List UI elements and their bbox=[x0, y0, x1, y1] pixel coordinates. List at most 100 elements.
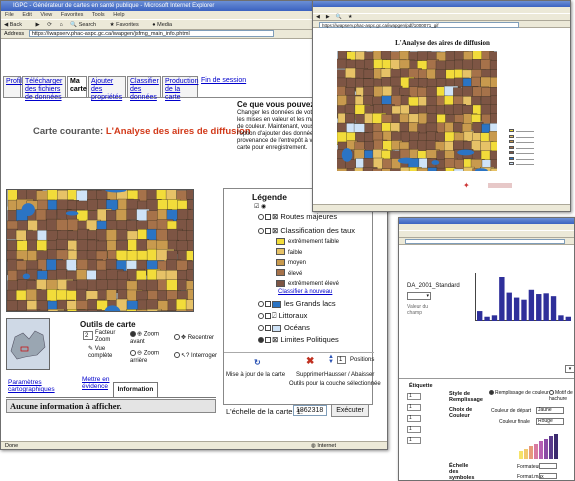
search-icon[interactable]: 🔍 bbox=[336, 14, 342, 20]
zoom-in-option[interactable]: ⊕ Zoom avant bbox=[130, 331, 166, 346]
recenter-radio[interactable] bbox=[174, 334, 180, 341]
favorites-icon[interactable]: ★ bbox=[348, 14, 352, 20]
search-button[interactable]: 🔍 Search bbox=[70, 22, 102, 28]
menu-tools[interactable]: Tools bbox=[92, 12, 105, 18]
layer-oceans[interactable]: Océans bbox=[258, 323, 310, 333]
tab-ajouter[interactable]: Ajouter des propriétés bbox=[88, 76, 126, 101]
back-label: Back bbox=[9, 22, 22, 28]
formatter-input[interactable] bbox=[539, 463, 557, 469]
canada-thumbnail[interactable] bbox=[6, 318, 50, 370]
layer-checkbox[interactable] bbox=[265, 228, 271, 235]
raise-lower-button[interactable]: Hausser / Abaisser bbox=[324, 372, 374, 378]
value-cell[interactable]: 1 bbox=[407, 404, 421, 411]
tab-ma-carte[interactable]: Ma carte bbox=[67, 76, 87, 97]
layer-radio[interactable] bbox=[258, 337, 264, 344]
print-map bbox=[337, 51, 497, 171]
classify-again-link[interactable]: Classifier à nouveau bbox=[278, 289, 332, 295]
boundary-icon: ⊠ bbox=[272, 335, 279, 344]
menu-favorites[interactable]: Favorites bbox=[61, 12, 84, 18]
value-cell[interactable]: 1 bbox=[407, 437, 421, 444]
layer-political-boundaries[interactable]: ⊠ Limites Politiques bbox=[258, 335, 339, 345]
refresh-icon[interactable]: ↻ bbox=[254, 358, 261, 367]
forward-icon[interactable]: ▶ bbox=[36, 22, 40, 28]
recenter-option[interactable]: ✥ Recentrer bbox=[174, 334, 214, 341]
hatch-radio-button[interactable] bbox=[549, 390, 554, 396]
color-choice-label: Choix de Couleur bbox=[449, 407, 473, 419]
class-row: moyen bbox=[276, 258, 306, 268]
tab-parametres[interactable]: Paramètres cartographiques bbox=[8, 379, 55, 393]
hatch-radio[interactable]: Motif de hachure bbox=[549, 390, 574, 402]
home-icon[interactable]: ⌂ bbox=[59, 22, 62, 28]
tab-fin-session[interactable]: Fin de session bbox=[199, 76, 255, 97]
fill-radio[interactable]: Remplissage de couleur bbox=[489, 390, 549, 396]
layer-radio[interactable] bbox=[258, 301, 264, 308]
layer-checkbox[interactable] bbox=[265, 313, 271, 320]
layer-radio[interactable] bbox=[258, 228, 264, 235]
chart-bar bbox=[477, 311, 483, 321]
zoom-out-option[interactable]: ⊖ Zoom arrière bbox=[130, 350, 166, 365]
value-cell[interactable]: 1 bbox=[407, 426, 421, 433]
update-map-button[interactable]: Mise à jour de la carte bbox=[226, 372, 292, 378]
factor-input[interactable]: 2 bbox=[83, 331, 93, 340]
layer-checkbox[interactable] bbox=[265, 325, 271, 332]
layer-checkbox[interactable] bbox=[265, 301, 271, 308]
menu-edit[interactable]: Edit bbox=[22, 12, 31, 18]
favorites-button[interactable]: ★ Favorites bbox=[110, 22, 145, 28]
main-map[interactable] bbox=[6, 189, 194, 312]
tab-production[interactable]: Production de la carte bbox=[162, 76, 198, 101]
value-cell[interactable]: 1 bbox=[407, 393, 421, 400]
tab-classifier[interactable]: Classifier des données bbox=[127, 76, 161, 101]
format-max-input[interactable] bbox=[539, 473, 557, 479]
end-color-select[interactable]: Rouge foncé bbox=[536, 418, 564, 425]
layer-great-lakes[interactable]: les Grands lacs bbox=[258, 299, 336, 309]
chart-address-input[interactable] bbox=[405, 239, 565, 245]
query-option[interactable]: ↖? Interroger bbox=[174, 352, 217, 359]
media-button[interactable]: ● Media bbox=[152, 22, 178, 28]
favorites-label: Favorites bbox=[116, 22, 139, 28]
full-view-button[interactable]: ✎ Vue complète bbox=[88, 346, 124, 360]
menu-file[interactable]: File bbox=[5, 12, 14, 18]
layer-checkbox[interactable] bbox=[265, 214, 271, 221]
menu-view[interactable]: View bbox=[40, 12, 52, 18]
scale-input[interactable]: 1862318 bbox=[293, 405, 327, 416]
tab-profil[interactable]: Profil bbox=[3, 76, 22, 97]
back-button[interactable]: ◀ Back bbox=[4, 22, 28, 28]
layer-classification[interactable]: ⊠ Classification des taux bbox=[258, 226, 355, 236]
print-address-input[interactable]: https://iwapserv.phac-aspc.gc.ca/iwapgen… bbox=[319, 21, 519, 28]
dataset-select[interactable]: ▾ bbox=[407, 292, 431, 300]
layer-label: Classification des taux bbox=[280, 226, 356, 235]
value-cell[interactable]: 1 bbox=[407, 415, 421, 422]
layer-radio[interactable] bbox=[258, 325, 264, 332]
layer-radio[interactable] bbox=[258, 313, 264, 320]
layer-checkbox[interactable] bbox=[265, 337, 271, 344]
label-column-label: Étiquette bbox=[409, 383, 433, 389]
execute-button[interactable]: Exécuter bbox=[331, 404, 369, 417]
layer-radio[interactable] bbox=[258, 214, 264, 221]
positions-input[interactable]: 1 bbox=[337, 356, 346, 364]
tab-telecharger[interactable]: Télécharger des fichiers de données bbox=[22, 76, 66, 101]
fill-radio-button[interactable] bbox=[489, 390, 494, 396]
ramp-swatch bbox=[549, 436, 553, 459]
zoom-out-radio[interactable] bbox=[130, 350, 136, 356]
delete-icon[interactable]: ✖ bbox=[306, 356, 314, 367]
tab-mettre-evidence[interactable]: Mettre en évidence bbox=[82, 376, 110, 390]
forward-icon[interactable]: ▶ bbox=[326, 14, 330, 20]
status-text: Done bbox=[5, 443, 19, 449]
menu-help[interactable]: Help bbox=[113, 12, 124, 18]
legend-panel: Légende ☑ ◉ ⊠ Routes majeures ⊠ Classifi… bbox=[223, 188, 381, 405]
chart-title-bar bbox=[399, 218, 574, 224]
refresh-icon[interactable]: ⟳ bbox=[47, 22, 52, 28]
back-icon[interactable]: ◀ bbox=[316, 14, 320, 20]
start-color-select[interactable]: Jaune bbox=[536, 407, 564, 414]
tab-information[interactable]: Information bbox=[113, 382, 158, 397]
layer-coastlines[interactable]: ⍁ Littoraux bbox=[258, 311, 307, 321]
raise-lower-icon[interactable]: ▲ ▼ bbox=[328, 354, 334, 365]
print-legend-row bbox=[509, 129, 537, 133]
tools-title: Outils de carte bbox=[80, 320, 136, 329]
layer-routes[interactable]: ⊠ Routes majeures bbox=[258, 212, 337, 222]
address-input[interactable]: https://iwapserv.phac-aspc.gc.ca/iwapgen… bbox=[28, 30, 274, 38]
zoom-in-radio[interactable] bbox=[130, 331, 136, 337]
delete-button[interactable]: Supprimer bbox=[296, 372, 324, 378]
query-radio[interactable] bbox=[174, 352, 180, 359]
y-axis-select[interactable]: ▾ bbox=[565, 365, 574, 373]
